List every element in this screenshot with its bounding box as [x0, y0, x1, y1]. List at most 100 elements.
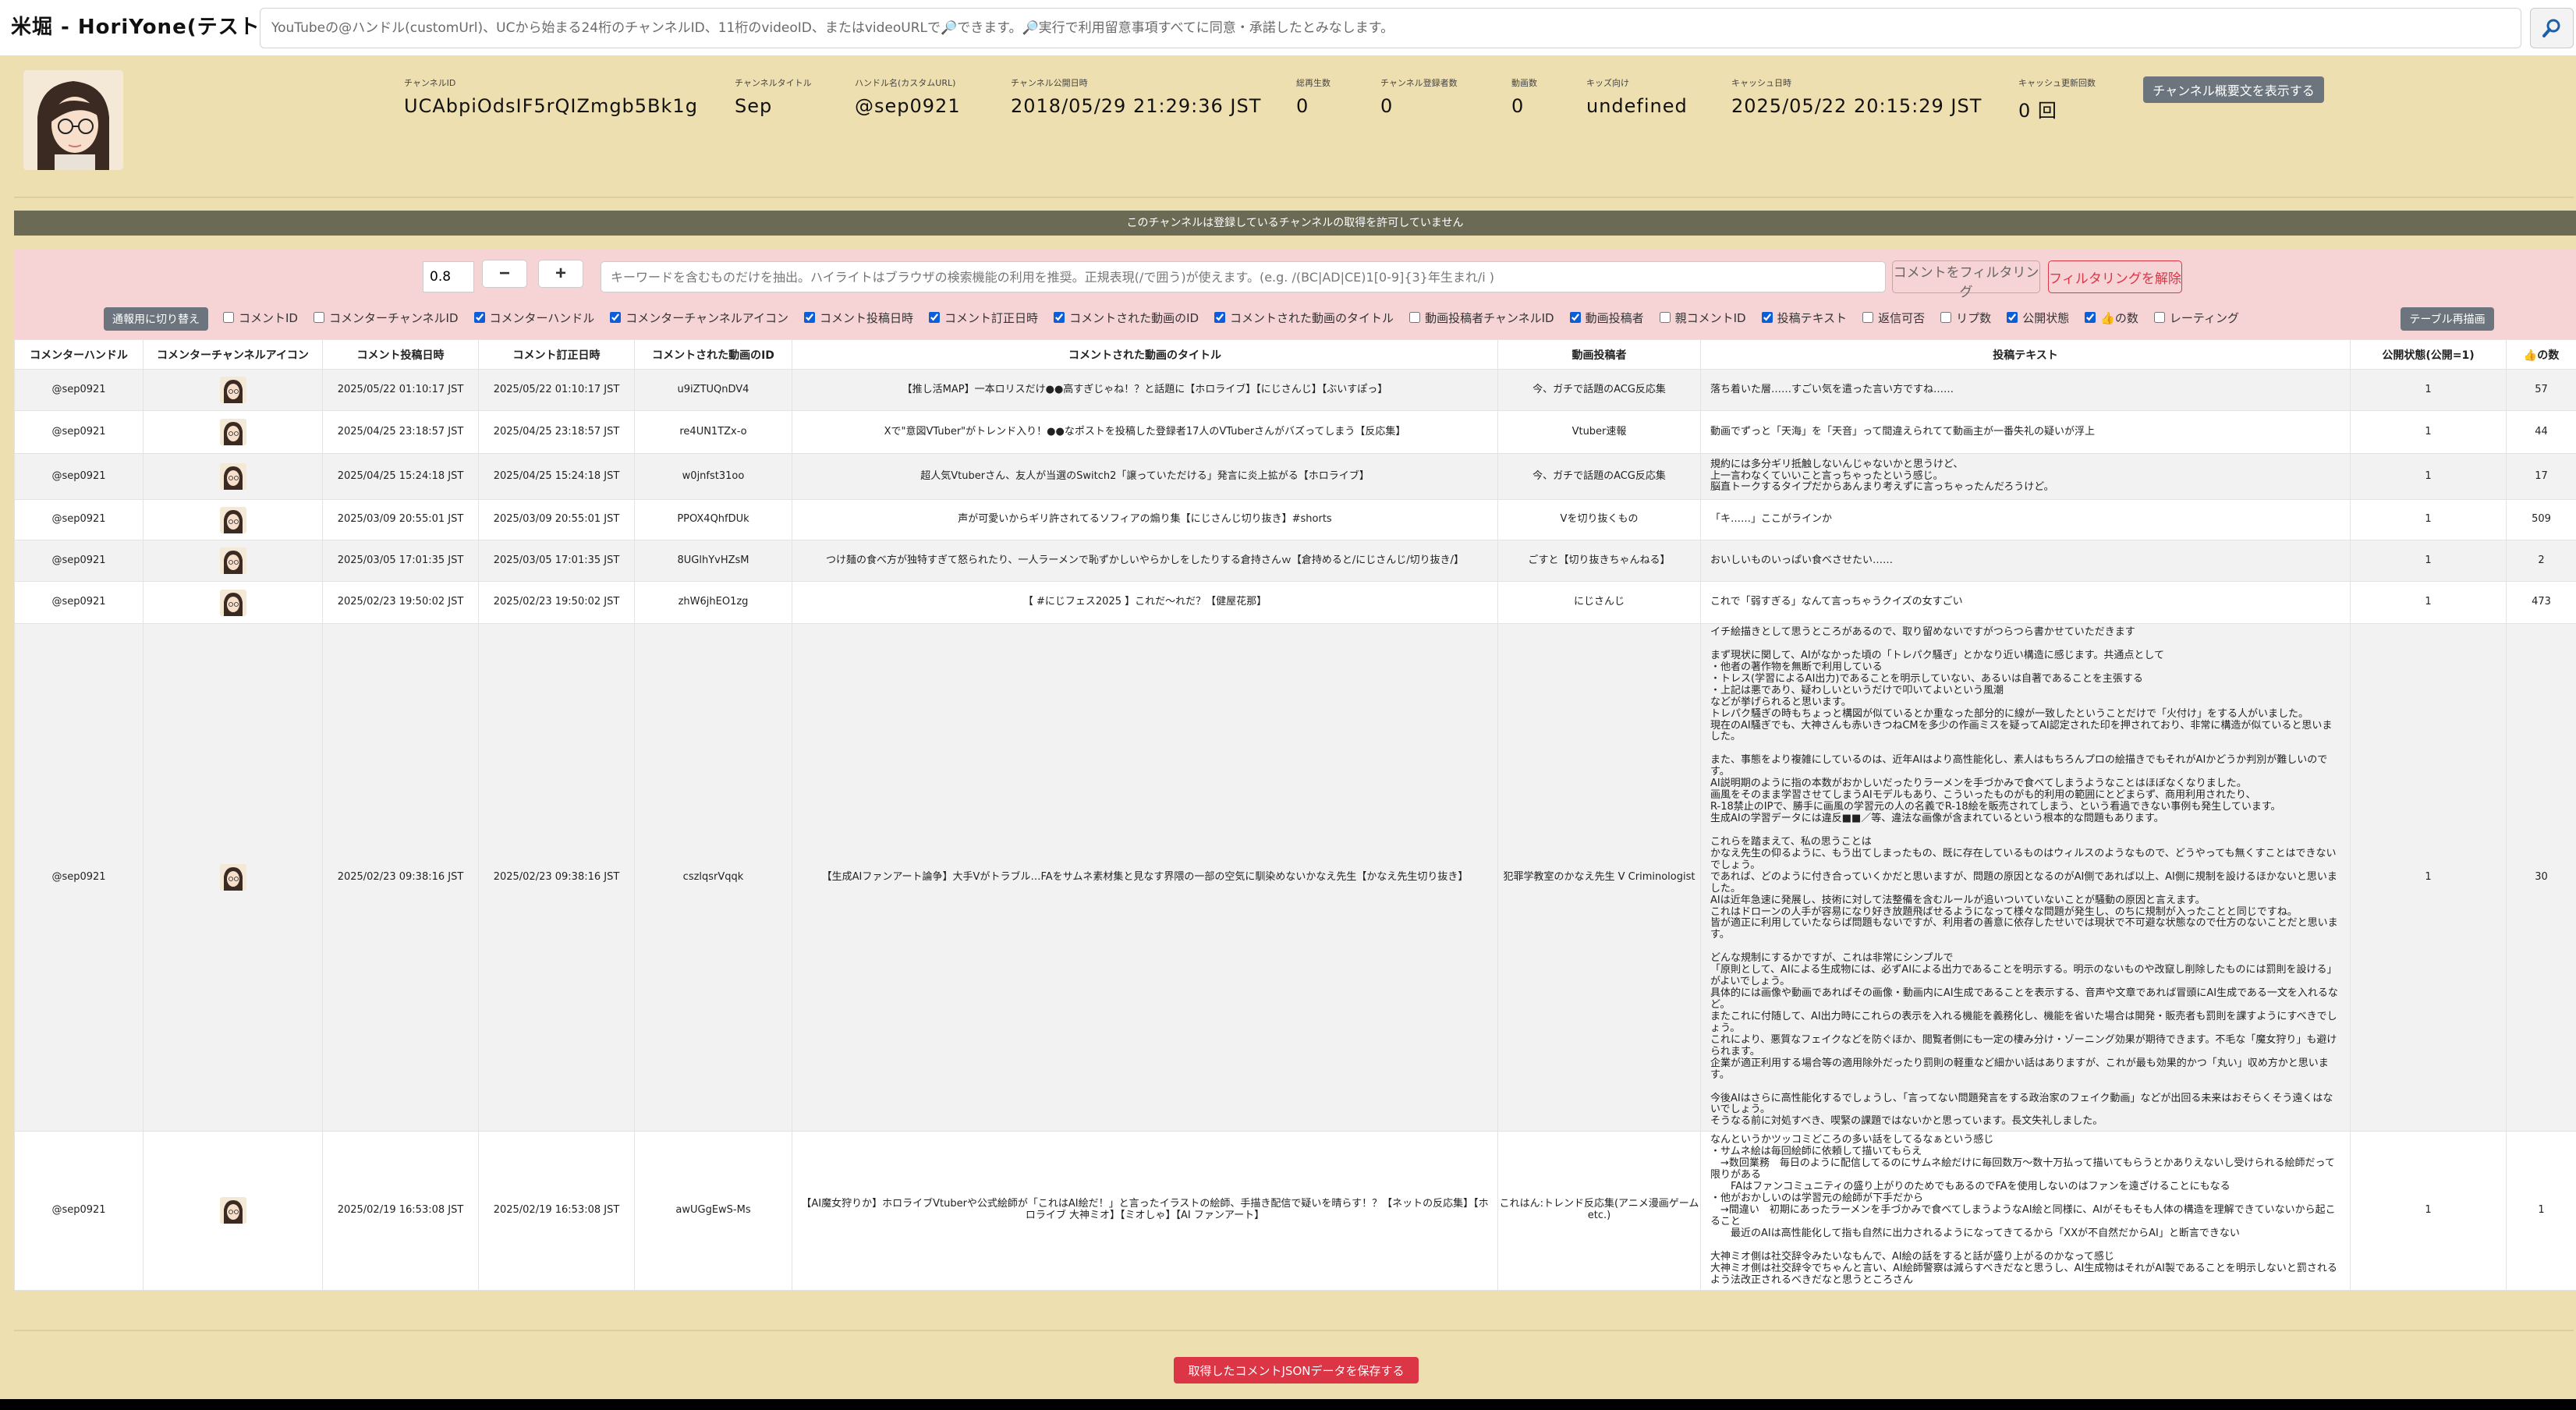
- column-toggle[interactable]: コメントID: [223, 310, 298, 326]
- column-toggle[interactable]: コメント訂正日時: [929, 310, 1038, 326]
- edited-date-cell: 2025/02/23 09:38:16 JST: [478, 622, 635, 1132]
- column-toggle-checkbox[interactable]: [1054, 312, 1065, 323]
- column-toggle[interactable]: 投稿テキスト: [1761, 310, 1848, 326]
- column-toggle-label: コメンターチャンネルアイコン: [625, 310, 789, 325]
- report-mode-toggle-button[interactable]: 通報用に切り替え: [104, 307, 208, 331]
- filter-controls: − + コメントをフィルタリング フィルタリングを解除 通報用に切り替え コメン…: [14, 250, 2576, 339]
- column-toggle[interactable]: コメンターチャンネルID: [313, 310, 459, 326]
- column-toggle-checkbox[interactable]: [473, 312, 485, 323]
- column-toggle[interactable]: レーティング: [2153, 310, 2239, 326]
- cache-date-field: キャッシュ日時 2025/05/22 20:15:29 JST: [1731, 76, 1982, 117]
- uploader-cell: 犯罪学教室のかなえ先生 V Criminologist: [1497, 622, 1701, 1132]
- column-header[interactable]: 公開状態(公開=1): [2350, 339, 2507, 370]
- redraw-table-button[interactable]: テーブル再描画: [2401, 307, 2494, 331]
- zoom-out-button[interactable]: −: [482, 260, 527, 288]
- search-icon: [2542, 19, 2560, 37]
- column-toggle[interactable]: コメンターハンドル: [473, 310, 594, 326]
- posted-date-cell: 2025/02/23 19:50:02 JST: [322, 581, 479, 624]
- column-toggle-checkbox[interactable]: [313, 312, 324, 323]
- show-description-button[interactable]: チャンネル概要文を表示する: [2143, 76, 2324, 103]
- video-id-cell: 8UGlhYvHZsM: [634, 540, 792, 582]
- column-toggle[interactable]: コメントされた動画のタイトル: [1214, 310, 1394, 326]
- commenter-avatar-cell: [143, 581, 323, 624]
- column-header[interactable]: コメンターチャンネルアイコン: [143, 339, 323, 370]
- public-status-cell: 1: [2350, 622, 2507, 1132]
- column-header[interactable]: コメンターハンドル: [14, 339, 144, 370]
- column-toggle[interactable]: コメントされた動画のID: [1054, 310, 1199, 326]
- video-id-cell: awUGgEwS-Ms: [634, 1131, 792, 1291]
- column-toggle[interactable]: コメント投稿日時: [804, 310, 913, 326]
- commenter-avatar[interactable]: [219, 419, 246, 445]
- column-toggle[interactable]: 👍の数: [2085, 310, 2138, 326]
- clear-filter-button[interactable]: フィルタリングを解除: [2048, 260, 2182, 293]
- commenter-avatar[interactable]: [219, 547, 246, 574]
- channel-search-input[interactable]: [260, 8, 2521, 48]
- column-toggle[interactable]: 公開状態: [2007, 310, 2069, 326]
- table-row: @sep0921 2025/02/23 19:50:02 JST 2025/02/2…: [14, 581, 2576, 624]
- column-toggle-checkbox[interactable]: [223, 312, 234, 323]
- commenter-avatar[interactable]: [219, 506, 246, 533]
- column-header[interactable]: コメントされた動画のID: [634, 339, 792, 370]
- column-header[interactable]: 👍の数: [2506, 339, 2576, 370]
- column-toggle[interactable]: リプ数: [1940, 310, 1991, 326]
- comment-text-cell: 動画でずっと「天海」を「天音」って間違えられてて動画主が一番失礼の疑いが浮上: [1700, 410, 2351, 454]
- column-toggle-checkbox[interactable]: [1761, 312, 1773, 323]
- column-header[interactable]: 動画投稿者: [1497, 339, 1701, 370]
- commenter-avatar[interactable]: [219, 377, 246, 403]
- zoom-in-button[interactable]: +: [538, 260, 583, 288]
- keyword-filter-input[interactable]: [601, 261, 1886, 292]
- column-toggle-checkbox[interactable]: [1862, 312, 1874, 323]
- filter-comments-button[interactable]: コメントをフィルタリング: [1892, 260, 2040, 300]
- save-json-button[interactable]: 取得したコメントJSONデータを保存する: [1174, 1357, 1419, 1383]
- divider: [14, 197, 2574, 198]
- posted-date-cell: 2025/04/25 15:24:18 JST: [322, 453, 479, 500]
- column-header[interactable]: コメント投稿日時: [322, 339, 479, 370]
- commenter-avatar[interactable]: [219, 864, 246, 891]
- commenter-avatar[interactable]: [219, 1197, 246, 1224]
- column-toggle[interactable]: 返信可否: [1862, 310, 1925, 326]
- posted-date-cell: 2025/03/09 20:55:01 JST: [322, 499, 479, 540]
- column-toggle-checkbox[interactable]: [2085, 312, 2096, 323]
- cache-date-value: 2025/05/22 20:15:29 JST: [1731, 95, 1982, 117]
- column-toggle-checkbox[interactable]: [610, 312, 622, 323]
- commenter-avatar[interactable]: [219, 463, 246, 490]
- column-toggle[interactable]: 動画投稿者チャンネルID: [1409, 310, 1554, 326]
- like-count-cell: 57: [2506, 369, 2576, 411]
- column-toggle[interactable]: 親コメントID: [1659, 310, 1746, 326]
- column-toggle-checkbox[interactable]: [2007, 312, 2018, 323]
- commenter-handle-cell: @sep0921: [14, 622, 144, 1132]
- column-toggle-checkbox[interactable]: [1569, 312, 1581, 323]
- search-button[interactable]: [2530, 8, 2574, 48]
- uploader-cell: Vを切り抜くもの: [1497, 499, 1701, 540]
- edited-date-cell: 2025/02/23 19:50:02 JST: [478, 581, 635, 624]
- total-views-label: 総再生数: [1296, 78, 1331, 88]
- video-title-cell: 【 #にじフェス2025 】これだ〜れだ？【健屋花那】: [792, 581, 1498, 624]
- column-toggle-checkbox[interactable]: [1940, 312, 1952, 323]
- public-status-cell: 1: [2350, 581, 2507, 624]
- column-toggle[interactable]: コメンターチャンネルアイコン: [610, 310, 788, 326]
- video-id-cell: PPOX4QhfDUk: [634, 499, 792, 540]
- column-toggle-checkbox[interactable]: [929, 312, 941, 323]
- column-toggle-checkbox[interactable]: [2153, 312, 2165, 323]
- column-header[interactable]: コメントされた動画のタイトル: [792, 339, 1498, 370]
- column-toggle-label: 投稿テキスト: [1777, 310, 1848, 325]
- kids-field: キッズ向け undefined: [1586, 76, 1688, 117]
- column-toggle-checkbox[interactable]: [1659, 312, 1671, 323]
- like-count-cell: 2: [2506, 540, 2576, 582]
- column-toggle-checkbox[interactable]: [1409, 312, 1421, 323]
- column-toggle[interactable]: 動画投稿者: [1569, 310, 1644, 326]
- commenter-avatar-cell: [143, 499, 323, 540]
- commenter-avatar[interactable]: [219, 589, 246, 616]
- comment-text-cell: おいしいものいっぱい食べさせたい……: [1700, 540, 2351, 582]
- column-header[interactable]: コメント訂正日時: [478, 339, 635, 370]
- column-toggle-checkbox[interactable]: [1214, 312, 1226, 323]
- zoom-input[interactable]: [423, 261, 474, 292]
- top-bar: 米堀 - HoriYone(テスト中): [0, 0, 2576, 56]
- column-header[interactable]: 投稿テキスト: [1700, 339, 2351, 370]
- column-toggle-checkbox[interactable]: [804, 312, 816, 323]
- edited-date-cell: 2025/03/09 20:55:01 JST: [478, 499, 635, 540]
- uploader-cell: これはん:トレンド反応集(アニメ漫画ゲームetc.): [1497, 1131, 1701, 1291]
- channel-id-field: チャンネルID UCAbpiOdsIF5rQIZmgb5Bk1g: [404, 76, 698, 117]
- channel-handle-label: ハンドル名(カスタムURL): [855, 78, 956, 88]
- commenter-handle-cell: @sep0921: [14, 410, 144, 454]
